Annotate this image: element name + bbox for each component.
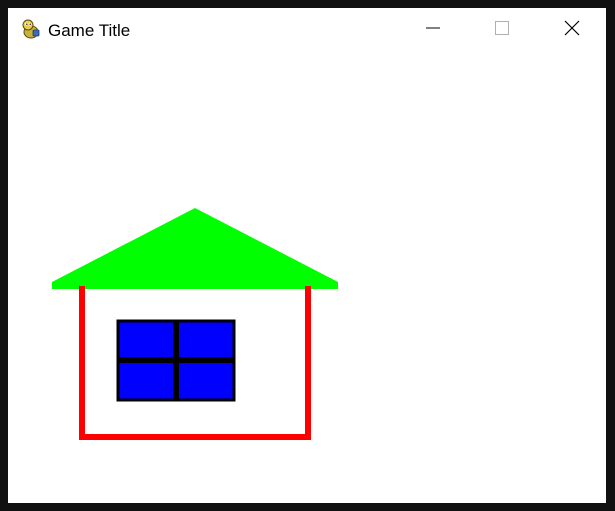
- title-bar[interactable]: Game Title: [8, 8, 606, 54]
- close-icon: [563, 19, 581, 42]
- maximize-button[interactable]: [479, 8, 525, 52]
- window-title: Game Title: [48, 21, 131, 40]
- game-canvas[interactable]: [8, 54, 606, 503]
- maximize-icon: [494, 20, 510, 41]
- close-button[interactable]: [549, 8, 595, 52]
- python-snake-icon: [20, 18, 42, 40]
- minimize-icon: [425, 20, 441, 41]
- minimize-button[interactable]: [410, 8, 456, 52]
- house-drawing: [8, 54, 606, 503]
- app-window: Game Title: [8, 8, 606, 503]
